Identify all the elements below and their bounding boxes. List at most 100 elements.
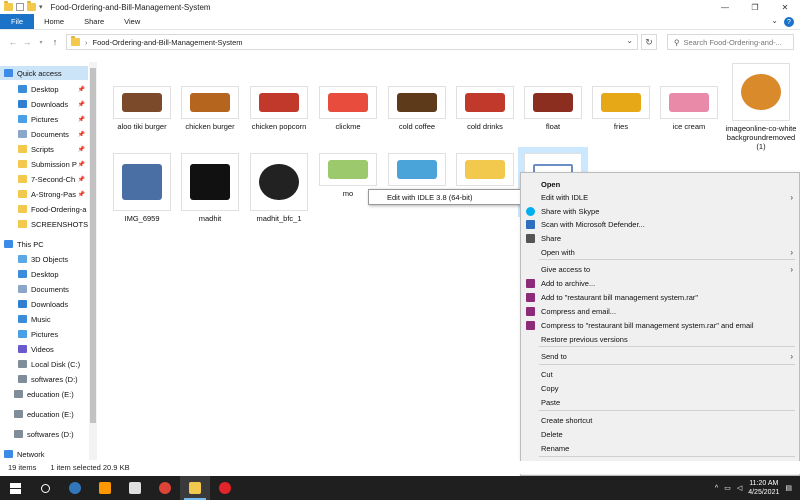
menu-item-share-with-skype[interactable]: Share with Skype — [521, 205, 799, 218]
file-item[interactable]: madhit — [174, 153, 246, 223]
back-arrow-icon[interactable]: ← — [6, 37, 20, 47]
sidebar-item-network[interactable]: Network — [0, 447, 88, 461]
menu-item-open-with[interactable]: Open with › — [521, 246, 799, 259]
start-taskbar-button[interactable] — [0, 476, 30, 500]
submenu-popup[interactable]: Edit with IDLE 3.8 (64-bit) — [368, 189, 523, 205]
tab-home[interactable]: Home — [34, 14, 74, 29]
file-item[interactable]: chicken burger — [174, 86, 246, 131]
edge-taskbar-button[interactable] — [60, 476, 90, 500]
sublime-taskbar-button[interactable] — [90, 476, 120, 500]
up-arrow-icon[interactable]: ↑ — [48, 37, 62, 47]
refresh-button[interactable]: ↻ — [641, 34, 657, 50]
sidebar-item-pictures[interactable]: Pictures — [0, 327, 88, 341]
sidebar-item-local-disk-c[interactable]: Local Disk (C:) — [0, 357, 88, 371]
file-thumbnail — [250, 153, 308, 211]
file-item[interactable]: aloo tiki burger — [106, 86, 178, 131]
search-input[interactable]: ⚲ Search Food-Ordering-and-... — [667, 34, 794, 50]
sidebar-item-videos[interactable]: Videos — [0, 342, 88, 356]
sidebar-item-a-strong-pas[interactable]: A-Strong-Pas 📌 — [0, 187, 88, 201]
file-item[interactable]: fries — [585, 86, 657, 131]
sidebar-item-desktop[interactable]: Desktop 📌 — [0, 82, 88, 96]
tab-view[interactable]: View — [114, 14, 150, 29]
edit-with-idle-38-item[interactable]: Edit with IDLE 3.8 (64-bit) — [387, 193, 472, 202]
file-item[interactable]: cold drinks — [449, 86, 521, 131]
network-tray-icon[interactable]: ▭ — [724, 484, 731, 492]
address-bar[interactable]: › Food-Ordering-and-Bill-Management-Syst… — [66, 34, 638, 50]
chrome-taskbar-button[interactable] — [150, 476, 180, 500]
sidebar-item-7-second-ch[interactable]: 7-Second-Ch 📌 — [0, 172, 88, 186]
menu-item-restore-previous-versions[interactable]: Restore previous versions — [521, 333, 799, 346]
new-folder-icon[interactable] — [27, 1, 36, 11]
opera-taskbar-button[interactable] — [210, 476, 240, 500]
expand-ribbon-icon[interactable]: ⌄ — [771, 16, 778, 25]
notifications-icon[interactable]: ▤ — [785, 484, 792, 492]
sidebar-item-education-e[interactable]: education (E:) — [0, 387, 88, 401]
customize-toolbar-icon[interactable]: ▾ — [39, 3, 43, 11]
sidebar-item-scripts[interactable]: Scripts 📌 — [0, 142, 88, 156]
address-dropdown-icon[interactable]: ⌄ — [626, 36, 633, 45]
search-taskbar-button[interactable] — [30, 476, 60, 500]
help-icon[interactable]: ? — [784, 17, 794, 27]
menu-item-share[interactable]: Share — [521, 232, 799, 245]
file-item[interactable]: float — [517, 86, 589, 131]
menu-item-open[interactable]: Open — [521, 178, 799, 191]
volume-icon[interactable]: ◁ — [737, 484, 742, 492]
recent-locations-icon[interactable]: ▾ — [34, 39, 48, 46]
sidebar-item-documents[interactable]: Documents — [0, 282, 88, 296]
file-explorer-taskbar-button[interactable] — [180, 476, 210, 500]
clock[interactable]: 11:20 AM 4/25/2021 — [748, 479, 779, 497]
sidebar-item-softwares-d[interactable]: softwares (D:) — [0, 372, 88, 386]
file-item[interactable]: ice cream — [653, 86, 725, 131]
menu-item-add-to-restaurant-bill-management-system[interactable]: Add to "restaurant bill management syste… — [521, 291, 799, 304]
file-item[interactable]: cold coffee — [381, 86, 453, 131]
file-item[interactable]: IMG_6959 — [106, 153, 178, 223]
properties-icon[interactable] — [16, 3, 24, 11]
drive-icon — [14, 430, 23, 438]
menu-item-scan-with-microsoft-defender[interactable]: Scan with Microsoft Defender... — [521, 218, 799, 231]
menu-item-give-access-to[interactable]: Give access to › — [521, 263, 799, 276]
sidebar-item-softwares-d[interactable]: softwares (D:) — [0, 427, 88, 441]
close-button[interactable]: ✕ — [770, 0, 800, 14]
sidebar-item-quick-access[interactable]: Quick access — [0, 66, 88, 80]
file-item[interactable]: imageonline-co-whitebackgroundremoved(1) — [725, 63, 797, 151]
sidebar-item-food-ordering-a[interactable]: Food-Ordering-a — [0, 202, 88, 216]
scrollbar-thumb[interactable] — [90, 68, 96, 423]
sidebar-item-education-e[interactable]: education (E:) — [0, 407, 88, 421]
tab-file[interactable]: File — [0, 14, 35, 29]
menu-item-paste[interactable]: Paste — [521, 396, 799, 409]
menu-item-compress-and-email[interactable]: Compress and email... — [521, 305, 799, 318]
menu-item-rename[interactable]: Rename — [521, 442, 799, 455]
maximize-button[interactable]: ❐ — [740, 0, 770, 14]
menu-item-send-to[interactable]: Send to › — [521, 350, 799, 363]
breadcrumb-separator-icon[interactable]: › — [85, 38, 88, 47]
sidebar-item-downloads[interactable]: Downloads — [0, 297, 88, 311]
tab-share[interactable]: Share — [74, 14, 114, 29]
sidebar-item-desktop[interactable]: Desktop — [0, 267, 88, 281]
menu-item-add-to-archive[interactable]: Add to archive... — [521, 277, 799, 290]
menu-item-create-shortcut[interactable]: Create shortcut — [521, 414, 799, 427]
sidebar-item-music[interactable]: Music — [0, 312, 88, 326]
navigation-pane[interactable]: Quick access Desktop 📌 Downloads 📌 Pictures 📌 D… — [0, 62, 97, 460]
menu-item-cut[interactable]: Cut — [521, 368, 799, 381]
breadcrumb[interactable]: Food-Ordering-and-Bill-Management-System — [93, 38, 243, 47]
sidebar-item-3d-objects[interactable]: 3D Objects — [0, 252, 88, 266]
minimize-button[interactable]: — — [710, 0, 740, 14]
menu-item-compress-to-restaurant-bill-management-s[interactable]: Compress to "restaurant bill management … — [521, 319, 799, 332]
forward-arrow-icon[interactable]: → — [20, 37, 34, 47]
sidebar-item-submission-p[interactable]: Submission P 📌 — [0, 157, 88, 171]
file-item[interactable]: chicken popcorn — [243, 86, 315, 131]
sidebar-item-downloads[interactable]: Downloads 📌 — [0, 97, 88, 111]
file-item[interactable]: clickme — [312, 86, 384, 131]
sidebar-item-pictures[interactable]: Pictures 📌 — [0, 112, 88, 126]
menu-item-delete[interactable]: Delete — [521, 428, 799, 441]
sidebar-scrollbar[interactable] — [89, 62, 97, 460]
sidebar-item-this-pc[interactable]: This PC — [0, 237, 88, 251]
file-name: IMG_6959 — [124, 214, 160, 223]
tray-overflow-icon[interactable]: ^ — [715, 485, 718, 492]
sidebar-item-screenshots[interactable]: SCREENSHOTS — [0, 217, 88, 231]
sidebar-item-documents[interactable]: Documents 📌 — [0, 127, 88, 141]
menu-item-edit-with-idle[interactable]: Edit with IDLE › — [521, 191, 799, 204]
file-item[interactable]: madhit_bfc_1 — [243, 153, 315, 223]
files-taskbar-button[interactable] — [120, 476, 150, 500]
menu-item-copy[interactable]: Copy — [521, 382, 799, 395]
